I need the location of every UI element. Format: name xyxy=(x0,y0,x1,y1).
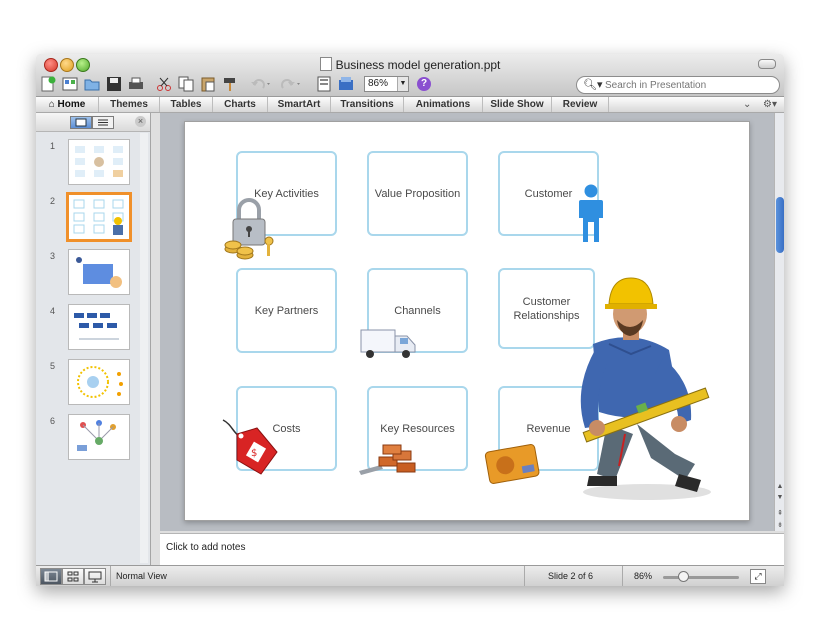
copy-icon[interactable] xyxy=(178,76,194,92)
price-tag-icon[interactable]: $ xyxy=(221,418,281,478)
slide-thumbnail[interactable]: 2 xyxy=(36,192,150,244)
slide-number: 1 xyxy=(50,141,56,151)
close-panel-icon[interactable]: × xyxy=(135,116,146,127)
templates-icon[interactable] xyxy=(62,76,78,92)
media-browser-icon[interactable] xyxy=(338,76,354,92)
ribbon-tabs: ⌂ Home Themes Tables Charts SmartArt Tra… xyxy=(36,97,784,113)
status-divider xyxy=(524,566,525,586)
thumbnail-image xyxy=(66,192,132,242)
status-divider xyxy=(622,566,623,586)
search-input[interactable] xyxy=(603,78,775,93)
slide-number: 4 xyxy=(50,306,56,316)
tab-slide-show[interactable]: Slide Show xyxy=(483,97,552,112)
redo-icon[interactable] xyxy=(280,76,302,92)
view-name: Normal View xyxy=(116,571,167,581)
slide-show-button[interactable] xyxy=(84,568,106,585)
slide-editor: Key Activities Value Proposition Custome… xyxy=(160,113,774,531)
zoom-dropdown[interactable]: 86% ▼ xyxy=(364,76,409,92)
zoom-value: 86% xyxy=(368,78,389,89)
thumbnail-image xyxy=(68,359,130,405)
svg-text:$: $ xyxy=(251,448,257,459)
scroll-down-icon[interactable]: ▼ xyxy=(775,494,784,501)
slide-number: 6 xyxy=(50,416,56,426)
slide-number: 2 xyxy=(50,196,56,206)
value-proposition-box[interactable]: Value Proposition xyxy=(367,151,468,236)
next-slide-icon[interactable]: ⇟ xyxy=(775,521,784,529)
scrollbar-thumb[interactable] xyxy=(776,197,784,253)
window-title-text: Business model generation.ppt xyxy=(335,58,501,72)
previous-slide-icon[interactable]: ⇞ xyxy=(775,509,784,517)
tab-charts[interactable]: Charts xyxy=(213,97,268,112)
undo-icon[interactable] xyxy=(250,76,272,92)
save-icon[interactable] xyxy=(106,76,122,92)
collapse-ribbon-icon[interactable]: ⌄ xyxy=(743,97,751,112)
slide-number: 3 xyxy=(50,251,56,261)
padlock-coins-icon[interactable] xyxy=(223,197,275,263)
open-icon[interactable] xyxy=(84,76,100,92)
home-icon: ⌂ xyxy=(48,99,55,110)
slide-position: Slide 2 of 6 xyxy=(548,571,594,581)
help-button[interactable]: ? xyxy=(417,77,431,91)
slide-sorter-button[interactable] xyxy=(62,568,84,585)
tab-smartart[interactable]: SmartArt xyxy=(268,97,331,112)
notes-pane[interactable]: Click to add notes xyxy=(160,533,784,566)
tab-tables[interactable]: Tables xyxy=(160,97,213,112)
document-icon xyxy=(319,57,332,71)
slides-view-button[interactable] xyxy=(70,116,92,129)
slide-canvas[interactable]: Key Activities Value Proposition Custome… xyxy=(184,121,750,521)
toolbar-toggle-button[interactable] xyxy=(758,59,776,69)
app-window: Business model generation.ppt 86% ▼ ? 🔍︎… xyxy=(36,54,784,586)
title-bar: Business model generation.ppt 86% ▼ ? 🔍︎… xyxy=(36,54,784,97)
chevron-down-icon: ▼ xyxy=(397,77,408,91)
standard-toolbar: 86% ▼ ? 🔍︎▾ xyxy=(36,74,784,96)
cut-icon[interactable] xyxy=(156,76,172,92)
slide-thumbnail[interactable]: 1 xyxy=(36,139,150,189)
normal-view-button[interactable] xyxy=(40,568,62,585)
slide-scrollbar[interactable]: ▲ ▼ ⇞ ⇟ xyxy=(774,113,784,531)
credit-card-icon[interactable] xyxy=(483,442,541,484)
scroll-up-icon[interactable]: ▲ xyxy=(775,483,784,490)
slide-thumbnail[interactable]: 5 xyxy=(36,359,150,409)
notes-placeholder: Click to add notes xyxy=(166,542,246,553)
thumbnail-image xyxy=(68,414,130,460)
status-zoom-value: 86% xyxy=(634,571,653,581)
gallery-icon[interactable] xyxy=(316,76,332,92)
slides-panel: × 1 2 3 4 5 6 xyxy=(36,113,151,565)
fit-to-window-icon[interactable]: ⤢ xyxy=(750,569,766,584)
thumbnail-image xyxy=(68,304,130,350)
zoom-slider-knob[interactable] xyxy=(678,571,689,582)
slide-number: 5 xyxy=(50,361,56,371)
paste-icon[interactable] xyxy=(200,76,216,92)
person-icon[interactable] xyxy=(577,184,605,244)
slide-thumbnail[interactable]: 6 xyxy=(36,414,150,464)
construction-worker-illustration[interactable] xyxy=(567,274,727,506)
tab-label: Home xyxy=(57,99,86,110)
slide-thumbnail[interactable]: 3 xyxy=(36,249,150,299)
slide-thumbnail[interactable]: 4 xyxy=(36,304,150,354)
search-field[interactable]: 🔍︎▾ xyxy=(576,76,780,94)
zoom-slider[interactable] xyxy=(663,576,739,579)
tab-themes[interactable]: Themes xyxy=(99,97,160,112)
outline-view-button[interactable] xyxy=(92,116,114,129)
format-painter-icon[interactable] xyxy=(222,76,238,92)
window-title: Business model generation.ppt xyxy=(36,57,784,72)
gear-icon[interactable]: ⚙▾ xyxy=(763,97,777,112)
status-bar: Normal View Slide 2 of 6 86% ⤢ xyxy=(36,565,784,586)
thumbnail-image xyxy=(68,139,130,185)
tab-transitions[interactable]: Transitions xyxy=(331,97,404,112)
panel-view-switcher: × xyxy=(36,113,150,132)
key-partners-box[interactable]: Key Partners xyxy=(236,268,337,353)
thumbnail-image xyxy=(68,249,130,295)
tab-animations[interactable]: Animations xyxy=(404,97,483,112)
panel-scrollbar[interactable] xyxy=(140,133,148,563)
tab-review[interactable]: Review xyxy=(552,97,609,112)
bricks-icon[interactable] xyxy=(357,435,417,477)
new-presentation-icon[interactable] xyxy=(40,76,56,92)
truck-icon[interactable] xyxy=(360,328,420,360)
status-divider xyxy=(110,566,111,586)
search-icon: 🔍︎▾ xyxy=(583,79,603,91)
print-icon[interactable] xyxy=(128,76,144,92)
tab-home[interactable]: ⌂ Home xyxy=(36,97,99,112)
